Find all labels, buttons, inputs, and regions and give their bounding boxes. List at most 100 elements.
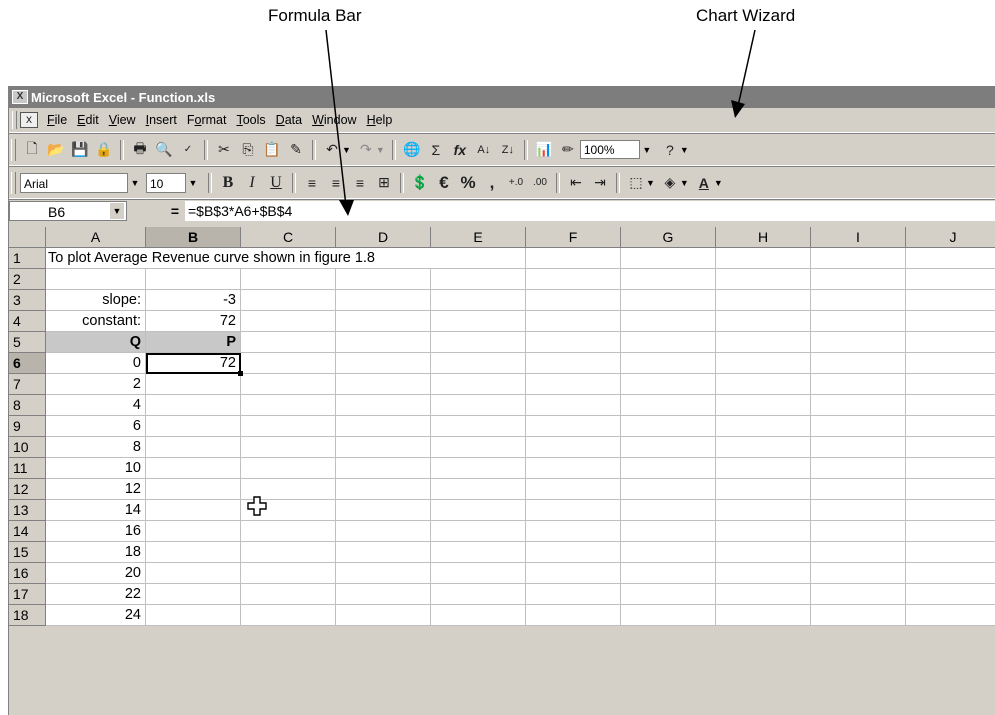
empty-cell[interactable]	[811, 500, 906, 521]
empty-cell[interactable]	[906, 290, 995, 311]
cell-b[interactable]	[146, 374, 241, 395]
empty-cell[interactable]	[906, 374, 995, 395]
empty-cell[interactable]	[621, 437, 716, 458]
new-icon[interactable]: 🗋	[21, 139, 43, 161]
empty-cell[interactable]	[906, 395, 995, 416]
empty-cell[interactable]	[431, 458, 526, 479]
empty-cell[interactable]	[906, 542, 995, 563]
row-header[interactable]: 4	[9, 311, 46, 332]
empty-cell[interactable]	[621, 563, 716, 584]
empty-cell[interactable]	[716, 416, 811, 437]
empty-cell[interactable]	[241, 374, 336, 395]
row-header[interactable]: 3	[9, 290, 46, 311]
cell-a[interactable]: 14	[46, 500, 146, 521]
empty-cell[interactable]	[241, 290, 336, 311]
currency-style-icon[interactable]: 💲	[409, 172, 431, 194]
percent-button[interactable]: %	[457, 172, 479, 194]
empty-cell[interactable]	[431, 416, 526, 437]
sort-descending-icon[interactable]: Z↓	[497, 139, 519, 161]
sort-ascending-icon[interactable]: A↓	[473, 139, 495, 161]
formula-equals-icon[interactable]: =	[127, 203, 185, 219]
cell-b[interactable]	[146, 458, 241, 479]
save-icon[interactable]: 💾	[69, 139, 91, 161]
fill-handle[interactable]	[238, 371, 243, 376]
autosum-icon[interactable]: Σ	[425, 139, 447, 161]
empty-cell[interactable]	[621, 311, 716, 332]
empty-cell[interactable]	[716, 563, 811, 584]
cell-b[interactable]	[146, 437, 241, 458]
empty-cell[interactable]	[431, 311, 526, 332]
row-header[interactable]: 5	[9, 332, 46, 353]
empty-cell[interactable]	[526, 605, 621, 626]
column-header-e[interactable]: E	[431, 227, 526, 248]
empty-cell[interactable]	[811, 290, 906, 311]
row-header[interactable]: 15	[9, 542, 46, 563]
empty-cell[interactable]	[621, 395, 716, 416]
empty-cell[interactable]	[621, 416, 716, 437]
empty-cell[interactable]	[336, 458, 431, 479]
empty-cell[interactable]	[906, 353, 995, 374]
row-header[interactable]: 16	[9, 563, 46, 584]
print-preview-icon[interactable]: 🔍	[153, 139, 175, 161]
cell-b[interactable]	[146, 500, 241, 521]
empty-cell[interactable]	[716, 521, 811, 542]
cell-a[interactable]: constant:	[46, 311, 146, 332]
underline-button[interactable]: U	[265, 172, 287, 194]
cell-a[interactable]: 22	[46, 584, 146, 605]
empty-cell[interactable]	[811, 479, 906, 500]
empty-cell[interactable]	[716, 248, 811, 269]
column-header-b[interactable]: B	[146, 227, 241, 248]
empty-cell[interactable]	[716, 374, 811, 395]
empty-cell[interactable]	[431, 563, 526, 584]
borders-icon[interactable]: ⬚	[625, 172, 647, 194]
empty-cell[interactable]	[906, 458, 995, 479]
menu-data[interactable]: Data	[272, 113, 308, 127]
menu-format[interactable]: Format	[183, 113, 233, 127]
decrease-decimal-icon[interactable]: .00	[529, 172, 551, 194]
empty-cell[interactable]	[811, 311, 906, 332]
undo-icon[interactable]: ↶	[321, 139, 343, 161]
cell-b[interactable]	[146, 521, 241, 542]
empty-cell[interactable]	[336, 416, 431, 437]
empty-cell[interactable]	[336, 374, 431, 395]
empty-cell[interactable]	[526, 416, 621, 437]
menubar-grip[interactable]	[12, 111, 17, 129]
column-header-a[interactable]: A	[46, 227, 146, 248]
empty-cell[interactable]	[431, 374, 526, 395]
empty-cell[interactable]	[336, 311, 431, 332]
font-name-box[interactable]: Arial	[20, 172, 128, 193]
function-icon[interactable]: fx	[449, 139, 471, 161]
empty-cell[interactable]	[621, 458, 716, 479]
empty-cell[interactable]	[336, 290, 431, 311]
open-icon[interactable]: 📂	[45, 139, 67, 161]
empty-cell[interactable]	[526, 500, 621, 521]
empty-cell[interactable]	[336, 584, 431, 605]
row-header[interactable]: 12	[9, 479, 46, 500]
column-header-g[interactable]: G	[621, 227, 716, 248]
empty-cell[interactable]	[811, 416, 906, 437]
redo-dropdown-icon[interactable]: ▼	[376, 145, 385, 155]
empty-cell[interactable]	[811, 605, 906, 626]
drawing-icon[interactable]: ✏	[557, 139, 579, 161]
row-header[interactable]: 2	[9, 269, 46, 290]
empty-cell[interactable]	[716, 332, 811, 353]
align-right-icon[interactable]: ≡	[349, 172, 371, 194]
chart-wizard-icon[interactable]: 📊	[533, 139, 555, 161]
empty-cell[interactable]	[241, 395, 336, 416]
name-box-dropdown-icon[interactable]: ▼	[110, 203, 124, 219]
column-header-c[interactable]: C	[241, 227, 336, 248]
empty-cell[interactable]	[526, 269, 621, 290]
menu-window[interactable]: Window	[308, 113, 362, 127]
cell-b[interactable]	[146, 605, 241, 626]
empty-cell[interactable]	[811, 584, 906, 605]
empty-cell[interactable]	[811, 437, 906, 458]
cell-b[interactable]	[146, 479, 241, 500]
empty-cell[interactable]	[716, 458, 811, 479]
active-cell-b6[interactable]: 72	[146, 353, 243, 376]
empty-cell[interactable]	[906, 521, 995, 542]
row-header[interactable]: 1	[9, 248, 46, 269]
empty-cell[interactable]	[621, 542, 716, 563]
name-box[interactable]: B6 ▼	[9, 201, 127, 221]
select-all-corner[interactable]	[9, 227, 46, 248]
italic-button[interactable]: I	[241, 172, 263, 194]
